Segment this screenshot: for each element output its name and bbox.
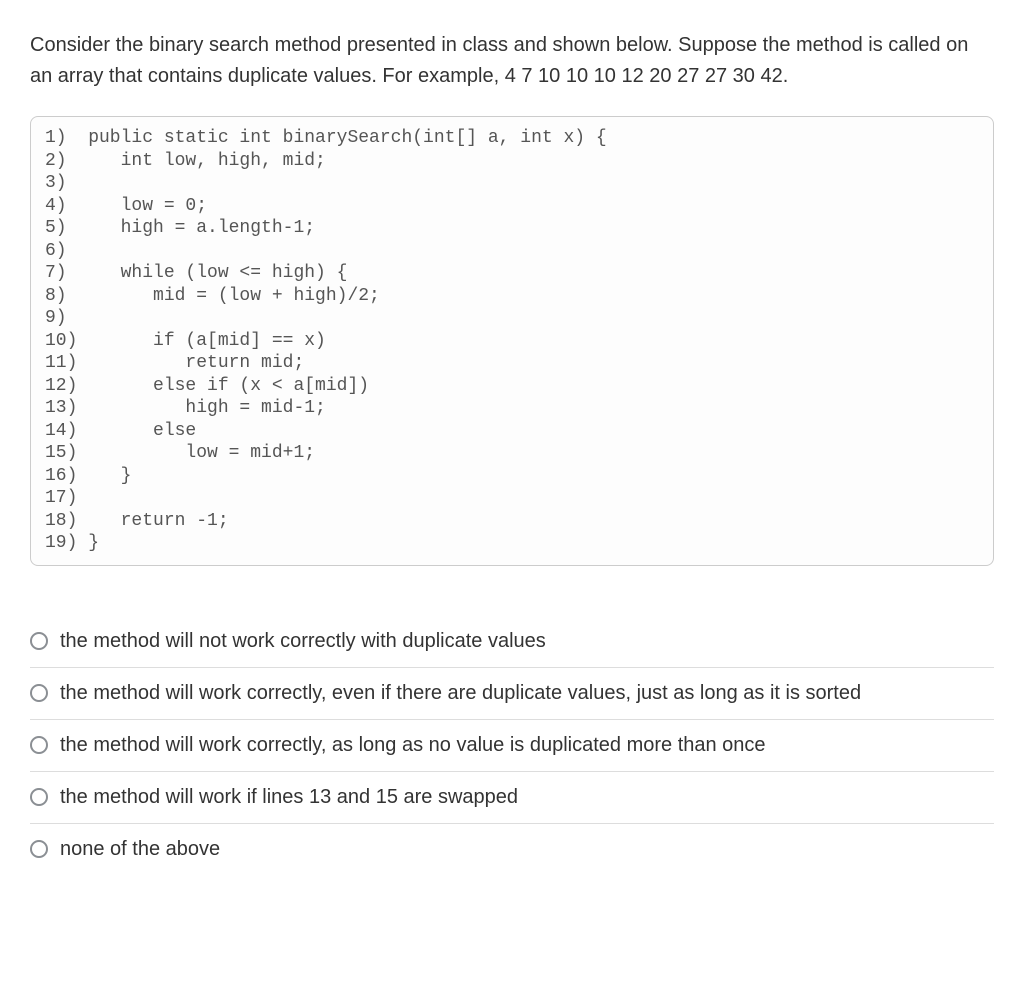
option-label: the method will work correctly, as long … <box>60 734 766 757</box>
radio-icon <box>30 736 48 754</box>
option-3[interactable]: the method will work if lines 13 and 15 … <box>30 772 994 824</box>
option-2[interactable]: the method will work correctly, as long … <box>30 720 994 772</box>
option-4[interactable]: none of the above <box>30 824 994 875</box>
radio-icon <box>30 788 48 806</box>
question-text: Consider the binary search method presen… <box>30 30 994 92</box>
code-block: 1) public static int binarySearch(int[] … <box>30 116 994 566</box>
option-label: the method will work correctly, even if … <box>60 682 861 705</box>
option-label: none of the above <box>60 838 220 861</box>
option-0[interactable]: the method will not work correctly with … <box>30 616 994 668</box>
option-label: the method will not work correctly with … <box>60 630 546 653</box>
options-list: the method will not work correctly with … <box>30 616 994 875</box>
radio-icon <box>30 632 48 650</box>
option-label: the method will work if lines 13 and 15 … <box>60 786 518 809</box>
radio-icon <box>30 684 48 702</box>
radio-icon <box>30 840 48 858</box>
option-1[interactable]: the method will work correctly, even if … <box>30 668 994 720</box>
